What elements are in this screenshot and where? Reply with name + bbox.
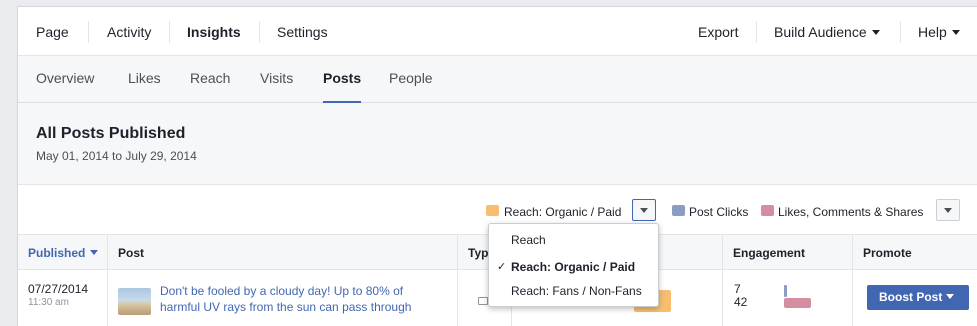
section-header: All Posts Published May 01, 2014 to July… xyxy=(18,103,977,185)
sort-desc-icon xyxy=(90,250,99,255)
insights-panel: Page Activity Insights Settings Export B… xyxy=(17,6,977,326)
engagement-metric-dropdown[interactable] xyxy=(936,199,960,221)
post-clicks-swatch xyxy=(672,205,685,216)
post-clicks-label: Post Clicks xyxy=(689,205,749,219)
top-nav: Page Activity Insights Settings Export B… xyxy=(18,7,977,56)
help-menu[interactable]: Help xyxy=(918,7,960,56)
likes-bar xyxy=(784,298,811,308)
chevron-down-icon xyxy=(951,30,960,35)
reach-metric-label: Reach: Organic / Paid xyxy=(504,205,622,219)
post-thumbnail[interactable] xyxy=(118,288,151,315)
post-text-line-2: harmful UV rays from the sun can pass th… xyxy=(160,300,412,314)
chevron-down-icon xyxy=(946,294,955,299)
column-published-label: Published xyxy=(28,246,86,260)
post-clicks-bar xyxy=(784,285,787,297)
help-label: Help xyxy=(918,24,947,40)
boost-post-label: Boost Post xyxy=(879,290,943,304)
column-engagement[interactable]: Engagement xyxy=(722,235,852,270)
post-time: 11:30 am xyxy=(28,297,69,308)
post-date: 07/27/2014 xyxy=(28,282,89,296)
page-title: All Posts Published xyxy=(36,125,186,142)
tab-overview[interactable]: Overview xyxy=(36,56,94,103)
tab-reach[interactable]: Reach xyxy=(190,56,230,103)
date-range: May 01, 2014 to July 29, 2014 xyxy=(36,149,197,163)
engagement-swatch xyxy=(761,205,774,216)
tab-posts[interactable]: Posts xyxy=(323,56,362,103)
reach-swatch xyxy=(486,205,499,216)
column-published[interactable]: Published xyxy=(18,235,107,270)
menu-item-reach[interactable]: Reach xyxy=(511,233,546,247)
column-post[interactable]: Post xyxy=(107,235,457,270)
engagement-metric-label: Likes, Comments & Shares xyxy=(778,205,924,219)
photo-type-icon xyxy=(478,297,488,305)
tab-activity[interactable]: Activity xyxy=(107,7,151,56)
boost-post-button[interactable]: Boost Post xyxy=(867,285,969,310)
post-link[interactable]: Don't be fooled by a cloudy day! Up to 8… xyxy=(160,283,440,315)
tab-likes[interactable]: Likes xyxy=(128,56,161,103)
build-audience-menu[interactable]: Build Audience xyxy=(774,7,880,56)
menu-item-reach-organic-paid[interactable]: Reach: Organic / Paid xyxy=(511,260,635,274)
insights-subnav: Overview Likes Reach Visits Posts People xyxy=(18,56,977,103)
menu-item-reach-fans-nonfans[interactable]: Reach: Fans / Non-Fans xyxy=(511,284,642,298)
divider xyxy=(900,21,901,43)
reach-metric-menu: Reach ✓ Reach: Organic / Paid Reach: Fan… xyxy=(488,223,659,307)
chevron-down-icon xyxy=(871,30,880,35)
chevron-down-icon xyxy=(944,208,952,213)
tab-page[interactable]: Page xyxy=(36,7,69,56)
export-link[interactable]: Export xyxy=(698,7,738,56)
tab-settings[interactable]: Settings xyxy=(277,7,328,56)
column-promote: Promote xyxy=(852,235,977,270)
post-text-line-1: Don't be fooled by a cloudy day! Up to 8… xyxy=(160,284,404,298)
tab-visits[interactable]: Visits xyxy=(260,56,293,103)
chevron-down-icon xyxy=(640,208,648,213)
divider xyxy=(88,21,89,43)
divider xyxy=(259,21,260,43)
divider xyxy=(169,21,170,43)
tab-insights[interactable]: Insights xyxy=(187,7,241,56)
divider xyxy=(756,21,757,43)
likes-count: 42 xyxy=(734,295,748,309)
build-audience-label: Build Audience xyxy=(774,24,867,40)
checkmark-icon: ✓ xyxy=(497,261,507,273)
reach-metric-dropdown[interactable] xyxy=(632,199,656,221)
tab-people[interactable]: People xyxy=(389,56,433,103)
post-clicks-count: 7 xyxy=(734,282,741,296)
